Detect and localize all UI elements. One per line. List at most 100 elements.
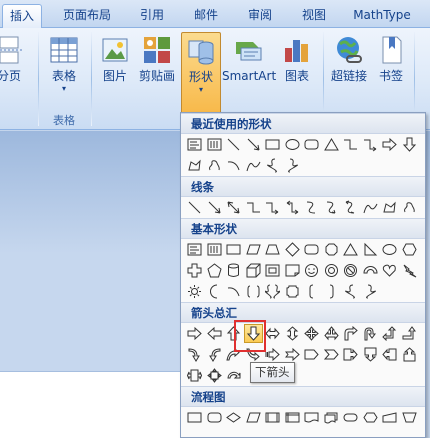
hexagon-icon[interactable] <box>400 240 420 259</box>
u-turn-arrow-icon[interactable] <box>361 324 381 343</box>
donut-icon[interactable] <box>322 261 342 280</box>
flowchart-manual-input-icon[interactable] <box>380 408 400 427</box>
flowchart-decision-icon[interactable] <box>224 408 244 427</box>
elbow-connector-icon[interactable] <box>341 135 361 154</box>
parallelogram-icon[interactable] <box>244 240 264 259</box>
right-arrow-icon[interactable] <box>185 324 205 343</box>
tab-review[interactable]: 审阅 <box>238 4 282 28</box>
elbow-arrow-icon[interactable] <box>263 198 283 217</box>
plaque-icon[interactable] <box>283 282 303 301</box>
elbow-double-arrow-icon[interactable] <box>283 198 303 217</box>
left-arrow-icon[interactable] <box>205 324 225 343</box>
curved-connector-icon[interactable] <box>302 198 322 217</box>
trapezoid-icon[interactable] <box>263 240 283 259</box>
chart-button[interactable]: 图表 <box>280 32 314 114</box>
vertical-textbox-icon[interactable] <box>205 240 225 259</box>
flowchart-multidocument-icon[interactable] <box>322 408 342 427</box>
arc-icon[interactable] <box>224 282 244 301</box>
table-button[interactable]: 表格 ▾ <box>44 32 84 114</box>
smartart-button[interactable]: SmartArt <box>222 32 276 114</box>
left-right-arrow-callout-icon[interactable] <box>185 366 205 385</box>
line-icon[interactable] <box>224 135 244 154</box>
bevel-icon[interactable] <box>263 261 283 280</box>
double-bracket-icon[interactable] <box>244 282 264 301</box>
arc-icon[interactable] <box>224 156 244 175</box>
document-page[interactable] <box>0 371 180 438</box>
tab-view[interactable]: 视图 <box>292 4 336 28</box>
flowchart-predefined-process-icon[interactable] <box>263 408 283 427</box>
curved-left-arrow-icon[interactable] <box>205 345 225 364</box>
flowchart-preparation-icon[interactable] <box>361 408 381 427</box>
tab-mailings[interactable]: 邮件 <box>184 4 228 28</box>
block-arc-icon[interactable] <box>361 261 381 280</box>
up-down-arrow-icon[interactable] <box>283 324 303 343</box>
rounded-rectangle-icon[interactable] <box>302 240 322 259</box>
flowchart-terminator-icon[interactable] <box>341 408 361 427</box>
double-brace-icon[interactable] <box>263 282 283 301</box>
flowchart-alternate-process-icon[interactable] <box>205 408 225 427</box>
triangle-icon[interactable] <box>322 135 342 154</box>
up-arrow-callout-icon[interactable] <box>400 345 420 364</box>
bent-arrow-icon[interactable] <box>341 324 361 343</box>
flowchart-internal-storage-icon[interactable] <box>283 408 303 427</box>
tab-insert[interactable]: 插入 <box>2 4 42 28</box>
moon-icon[interactable] <box>205 282 225 301</box>
left-brace-icon[interactable] <box>341 282 361 301</box>
tab-mathtype[interactable]: MathType <box>344 4 420 28</box>
vertical-textbox-icon[interactable] <box>205 135 225 154</box>
oval-icon[interactable] <box>380 240 400 259</box>
right-triangle-icon[interactable] <box>361 240 381 259</box>
flowchart-data-icon[interactable] <box>244 408 264 427</box>
freeform-icon[interactable] <box>380 198 400 217</box>
curved-arrow-icon[interactable] <box>322 198 342 217</box>
right-arrow-icon[interactable] <box>380 135 400 154</box>
down-arrow-icon[interactable] <box>400 135 420 154</box>
smiley-face-icon[interactable] <box>302 261 322 280</box>
quad-arrow-icon[interactable] <box>302 324 322 343</box>
right-brace-icon[interactable] <box>283 156 303 175</box>
curve-icon[interactable] <box>244 156 264 175</box>
hyperlink-button[interactable]: 超链接 <box>328 32 370 114</box>
bookmark-button[interactable]: 书签 <box>374 32 408 114</box>
line-icon[interactable] <box>185 198 205 217</box>
freeform-icon[interactable] <box>185 156 205 175</box>
can-icon[interactable] <box>224 261 244 280</box>
flowchart-process-icon[interactable] <box>185 408 205 427</box>
scribble-icon[interactable] <box>400 198 420 217</box>
down-arrow-callout-icon[interactable] <box>361 345 381 364</box>
rectangle-icon[interactable] <box>224 240 244 259</box>
scribble-icon[interactable] <box>205 156 225 175</box>
elbow-connector-icon[interactable] <box>244 198 264 217</box>
textbox-icon[interactable] <box>185 135 205 154</box>
flowchart-document-icon[interactable] <box>302 408 322 427</box>
tab-page-layout[interactable]: 页面布局 <box>52 4 122 28</box>
bent-up-arrow-icon[interactable] <box>400 324 420 343</box>
clipart-button[interactable]: 剪贴画 <box>136 32 178 114</box>
right-bracket-icon[interactable] <box>322 282 342 301</box>
page-break-button[interactable]: 分页 <box>0 32 24 114</box>
lightning-bolt-icon[interactable] <box>400 261 420 280</box>
circular-arrow-icon[interactable] <box>224 366 244 385</box>
left-bracket-icon[interactable] <box>302 282 322 301</box>
curved-right-arrow-icon[interactable] <box>185 345 205 364</box>
shapes-button[interactable]: 形状 ▾ <box>181 32 221 114</box>
double-arrow-line-icon[interactable] <box>224 198 244 217</box>
cube-icon[interactable] <box>244 261 264 280</box>
cross-icon[interactable] <box>185 261 205 280</box>
picture-button[interactable]: 图片 <box>97 32 133 114</box>
curved-double-arrow-icon[interactable] <box>341 198 361 217</box>
sun-icon[interactable] <box>185 282 205 301</box>
left-brace-icon[interactable] <box>263 156 283 175</box>
oval-icon[interactable] <box>283 135 303 154</box>
arrow-line-icon[interactable] <box>205 198 225 217</box>
no-symbol-icon[interactable] <box>341 261 361 280</box>
pentagon-arrow-icon[interactable] <box>302 345 322 364</box>
arrow-line-icon[interactable] <box>244 135 264 154</box>
quad-arrow-callout-icon[interactable] <box>205 366 225 385</box>
rounded-rectangle-icon[interactable] <box>302 135 322 154</box>
isosceles-triangle-icon[interactable] <box>341 240 361 259</box>
right-arrow-callout-icon[interactable] <box>341 345 361 364</box>
heart-icon[interactable] <box>380 261 400 280</box>
chevron-icon[interactable] <box>322 345 342 364</box>
elbow-arrow-icon[interactable] <box>361 135 381 154</box>
